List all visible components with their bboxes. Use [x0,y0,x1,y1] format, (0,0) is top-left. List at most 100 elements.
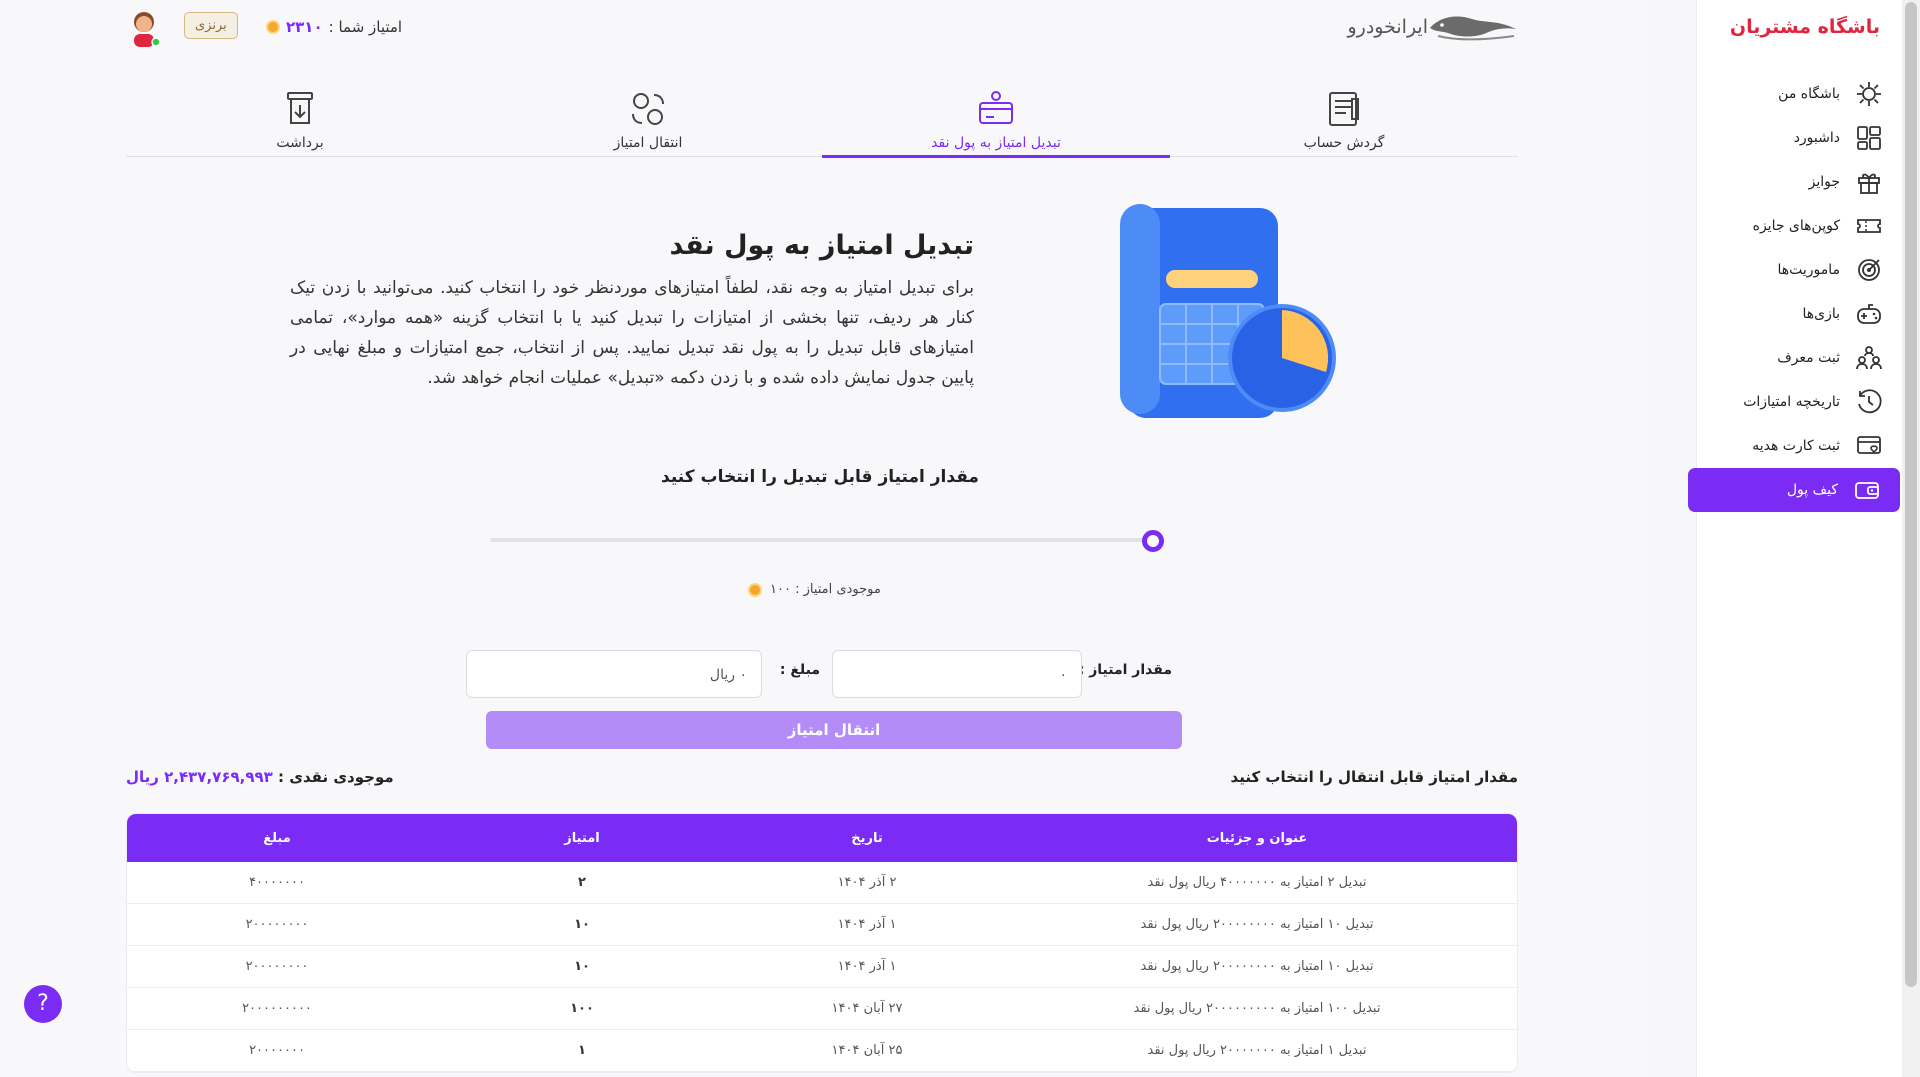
cash-balance: موجودی نقدی : ۲,۴۳۷,۷۶۹,۹۹۳ ریال [126,768,394,786]
cell-date: ۲۷ آبان ۱۴۰۴ [831,1001,903,1016]
cell-amount: ۲۰۰۰۰۰۰۰ [249,1043,305,1058]
points-amount-label: مقدار امتیاز : [1078,662,1172,678]
top-bar: ایرانخودرو امتیاز شما : ۲۳۱۰ برنزی [126,0,1518,58]
target-icon [1854,255,1884,285]
intro-description: برای تبدیل امتیاز به وجه نقد، لطفاً امتی… [290,278,974,388]
ticket-icon [1854,211,1884,241]
sidebar-menu: باشگاه من داشبورد جوایز کوپن‌های جایزه م… [1688,72,1902,512]
gift-icon [1854,167,1884,197]
points-slider-handle[interactable] [1142,530,1164,552]
intro-section: تبدیل امتیاز به پول نقد برای تبدیل امتیا… [290,230,974,393]
points-amount-input[interactable]: ۰ [832,650,1082,698]
transfer-points-button[interactable]: انتقال امتیاز [486,711,1182,749]
cell-points: ۱ [578,1043,586,1058]
sidebar-item-wallet[interactable]: کیف پول [1688,468,1900,512]
cell-date: ۲۵ آبان ۱۴۰۴ [831,1043,903,1058]
brand-logo[interactable]: ایرانخودرو [1337,10,1518,44]
cell-title: تبدیل ۱۰ امتیاز به ۲۰۰۰۰۰۰۰۰ ریال پول نق… [1140,959,1374,974]
transferable-points-label: مقدار امتیاز قابل انتقال را انتخاب کنید [1230,768,1518,786]
tab-convert-to-cash[interactable]: تبدیل امتیاز به پول نقد [822,80,1170,158]
scrollbar-thumb[interactable] [1905,2,1917,987]
column-header-title[interactable]: عنوان و جزئیات [997,831,1517,846]
tab-transfer-points[interactable]: انتقال امتیاز [474,80,822,156]
transfer-points-icon [632,93,664,125]
cell-amount: ۴۰۰۰۰۰۰۰ [249,875,305,890]
points-value: ۲۳۱۰ [286,18,323,36]
sidebar-item-label: داشبورد [1793,130,1840,146]
coin-icon [266,20,280,34]
column-header-amount[interactable]: مبلغ [127,831,427,846]
statement-icon [1329,92,1359,126]
sidebar-item-dashboard[interactable]: داشبورد [1696,116,1902,160]
points-balance-text: موجودی امتیاز : ۱۰۰ [770,582,881,597]
dashboard-icon [1854,123,1884,153]
tab-label: برداشت [276,135,324,151]
sidebar-item-label: کیف پول [1786,482,1838,498]
sidebar-item-points-history[interactable]: تاریخچه امتیازات [1696,380,1902,424]
converter-title: مقدار امتیاز قابل تبدیل را انتخاب کنید [661,467,979,487]
cell-title: تبدیل ۲ امتیاز به ۴۰۰۰۰۰۰۰ ریال پول نقد [1147,875,1367,890]
cell-amount: ۲۰۰۰۰۰۰۰۰۰ [242,1001,312,1016]
sidebar-item-label: جوایز [1808,174,1840,190]
convert-form: مقدار امتیاز : ۰ مبلغ : ۰ ریال [466,650,1172,700]
summary-bar: مقدار امتیاز قابل انتقال را انتخاب کنید … [126,768,1518,794]
table-row[interactable]: تبدیل ۱۰ امتیاز به ۲۰۰۰۰۰۰۰۰ ریال پول نق… [127,904,1517,946]
table-row[interactable]: تبدیل ۱ امتیاز به ۲۰۰۰۰۰۰۰ ریال پول نقد … [127,1030,1517,1072]
tab-withdraw[interactable]: برداشت [126,80,474,156]
sidebar-item-missions[interactable]: ماموریت‌ها [1696,248,1902,292]
sidebar-item-label: تاریخچه امتیازات [1743,394,1840,410]
user-points: امتیاز شما : ۲۳۱۰ [266,18,402,36]
coin-icon [748,582,762,597]
sidebar-item-label: ماموریت‌ها [1777,262,1840,278]
main-content: ایرانخودرو امتیاز شما : ۲۳۱۰ برنزی گردش … [0,0,1644,1077]
table-row[interactable]: تبدیل ۱۰ امتیاز به ۲۰۰۰۰۰۰۰۰ ریال پول نق… [127,946,1517,988]
tab-label: انتقال امتیاز [613,135,683,151]
points-balance: موجودی امتیاز : ۱۰۰ [748,582,881,597]
help-button[interactable]: ? [24,985,62,1023]
sidebar-item-gift-card[interactable]: ثبت کارت هدیه [1696,424,1902,468]
points-label: امتیاز شما : [328,18,403,36]
panther-logo-icon [1430,16,1516,41]
sidebar-item-reward-coupons[interactable]: کوپن‌های جایزه [1696,204,1902,248]
wallet-tabs: گردش حساب تبدیل امتیاز به پول نقد انتقال… [126,80,1518,158]
table-header: عنوان و جزئیات تاریخ امتیاز مبلغ [127,814,1517,862]
sidebar-item-label: کوپن‌های جایزه [1752,218,1840,234]
sidebar-item-my-club[interactable]: باشگاه من [1696,72,1902,116]
cell-date: ۲ آذر ۱۴۰۴ [837,875,897,890]
cell-points: ۱۰۰ [570,1001,594,1016]
sidebar-item-label: باشگاه من [1778,86,1840,102]
referral-icon [1854,343,1884,373]
page-title: تبدیل امتیاز به پول نقد [669,230,974,261]
level-badge: برنزی [184,12,238,39]
calculator-chart-illustration [1120,204,1336,418]
transactions-table: عنوان و جزئیات تاریخ امتیاز مبلغ تبدیل ۲… [126,813,1518,1073]
sidebar: باشگاه مشتریان باشگاه من داشبورد جوایز ک… [1688,0,1902,1077]
cash-balance-value: ۲,۴۳۷,۷۶۹,۹۹۳ ریال [126,768,273,786]
points-slider-track[interactable] [490,538,1150,542]
table-row[interactable]: تبدیل ۲ امتیاز به ۴۰۰۰۰۰۰۰ ریال پول نقد … [127,862,1517,904]
cell-amount: ۲۰۰۰۰۰۰۰۰ [245,959,309,974]
sidebar-item-label: بازی‌ها [1802,306,1840,322]
sidebar-item-prizes[interactable]: جوایز [1696,160,1902,204]
brand-name: ایرانخودرو [1347,16,1428,38]
convert-cash-icon [979,91,1013,124]
sidebar-item-referral[interactable]: ثبت معرف [1696,336,1902,380]
cell-amount: ۲۰۰۰۰۰۰۰۰ [245,917,309,932]
column-header-points[interactable]: امتیاز [427,831,737,846]
history-icon [1854,387,1884,417]
sidebar-item-label: ثبت کارت هدیه [1752,438,1840,454]
sidebar-item-games[interactable]: بازی‌ها [1696,292,1902,336]
wallet-icon [1852,475,1882,505]
avatar[interactable] [126,8,162,48]
gift-card-icon [1854,431,1884,461]
gamepad-icon [1854,299,1884,329]
cash-balance-label: موجودی نقدی : [278,768,394,786]
sidebar-title: باشگاه مشتریان [1729,16,1880,38]
cash-amount-input[interactable]: ۰ ریال [466,650,762,698]
cash-amount-label: مبلغ : [779,662,820,678]
cell-title: تبدیل ۱ امتیاز به ۲۰۰۰۰۰۰۰ ریال پول نقد [1147,1043,1367,1058]
table-row[interactable]: تبدیل ۱۰۰ امتیاز به ۲۰۰۰۰۰۰۰۰۰ ریال پول … [127,988,1517,1030]
tab-account-statement[interactable]: گردش حساب [1170,80,1518,156]
column-header-date[interactable]: تاریخ [737,831,997,846]
page-scrollbar[interactable] [1902,0,1920,1077]
